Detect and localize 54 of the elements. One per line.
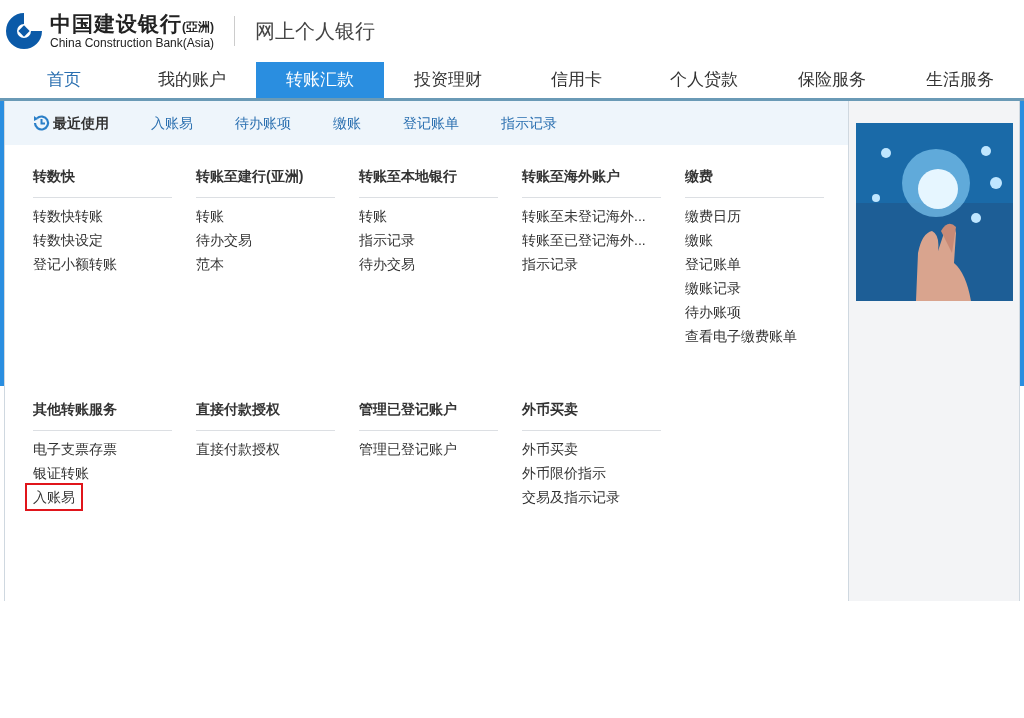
menu-link[interactable]: 待办交易 [359,254,415,274]
nav-tab[interactable]: 投资理财 [384,62,512,98]
menu-link[interactable]: 缴费日历 [685,206,741,226]
bank-region: (亞洲) [182,20,214,34]
menu-group-heading: 外币买卖 [522,400,579,419]
menu-link[interactable]: 转账至已登记海外... [522,230,646,250]
menu-link[interactable]: 外币买卖 [522,439,578,459]
nav-tab[interactable]: 个人贷款 [640,62,768,98]
menu-link[interactable]: 缴账记录 [685,278,741,298]
menu-group-heading: 缴费 [685,167,714,186]
bank-name: 中国建设银行 [50,12,182,36]
menu-link[interactable]: 缴账 [685,230,713,250]
site-title: 网上个人银行 [255,19,376,44]
menu-group-heading: 转账至本地银行 [359,167,458,186]
nav-tab[interactable]: 保险服务 [768,62,896,98]
bank-english-name: China Construction Bank(Asia) [50,36,215,50]
nav-tab[interactable]: 信用卡 [512,62,640,98]
menu-link[interactable]: 交易及指示记录 [522,487,620,507]
recent-link[interactable]: 待办账项 [235,112,291,134]
nav-tab[interactable]: 生活服务 [896,62,1024,98]
menu-link[interactable]: 电子支票存票 [33,439,117,459]
menu-link[interactable]: 转账至未登记海外... [522,206,646,226]
menu-link[interactable]: 待办交易 [196,230,252,250]
menu-group-heading: 转账至海外账户 [522,167,621,186]
menu-link[interactable]: 登记小额转账 [33,254,117,274]
menu-group-heading: 转数快 [33,167,76,186]
menu-link[interactable]: 外币限价指示 [522,463,606,483]
menu-link[interactable]: 登记账单 [685,254,741,274]
menu-link[interactable]: 指示记录 [522,254,578,274]
menu-link[interactable]: 转账 [196,206,224,226]
menu-link[interactable]: 直接付款授权 [196,439,280,459]
recent-link[interactable]: 登记账单 [403,112,459,134]
menu-link[interactable]: 待办账项 [685,302,741,322]
menu-link[interactable]: 管理已登记账户 [359,439,457,459]
nav-tab[interactable]: 我的账户 [128,62,256,98]
menu-group-heading: 转账至建行(亚洲) [196,167,305,186]
menu-link[interactable]: 范本 [196,254,224,274]
menu-group-heading: 其他转账服务 [33,400,118,419]
logo-icon [4,11,44,51]
history-icon [31,113,51,133]
menu-link[interactable]: 转账 [359,206,387,226]
menu-group-heading: 直接付款授权 [196,400,281,419]
nav-tab[interactable]: 首页 [0,62,128,98]
menu-link[interactable]: 查看电子缴费账单 [685,326,797,346]
menu-link[interactable]: 指示记录 [359,230,415,250]
menu-link[interactable]: 转数快转账 [33,206,103,226]
menu-link[interactable]: 入账易 [27,485,81,509]
recent-link[interactable]: 指示记录 [501,112,557,134]
menu-link[interactable]: 转数快设定 [33,230,103,250]
menu-group-heading: 管理已登记账户 [359,400,458,419]
recent-link[interactable]: 缴账 [333,112,361,134]
recent-link[interactable]: 入账易 [151,112,193,134]
recent-heading: 最近使用 [53,113,109,133]
menu-link[interactable]: 银证转账 [33,463,89,483]
